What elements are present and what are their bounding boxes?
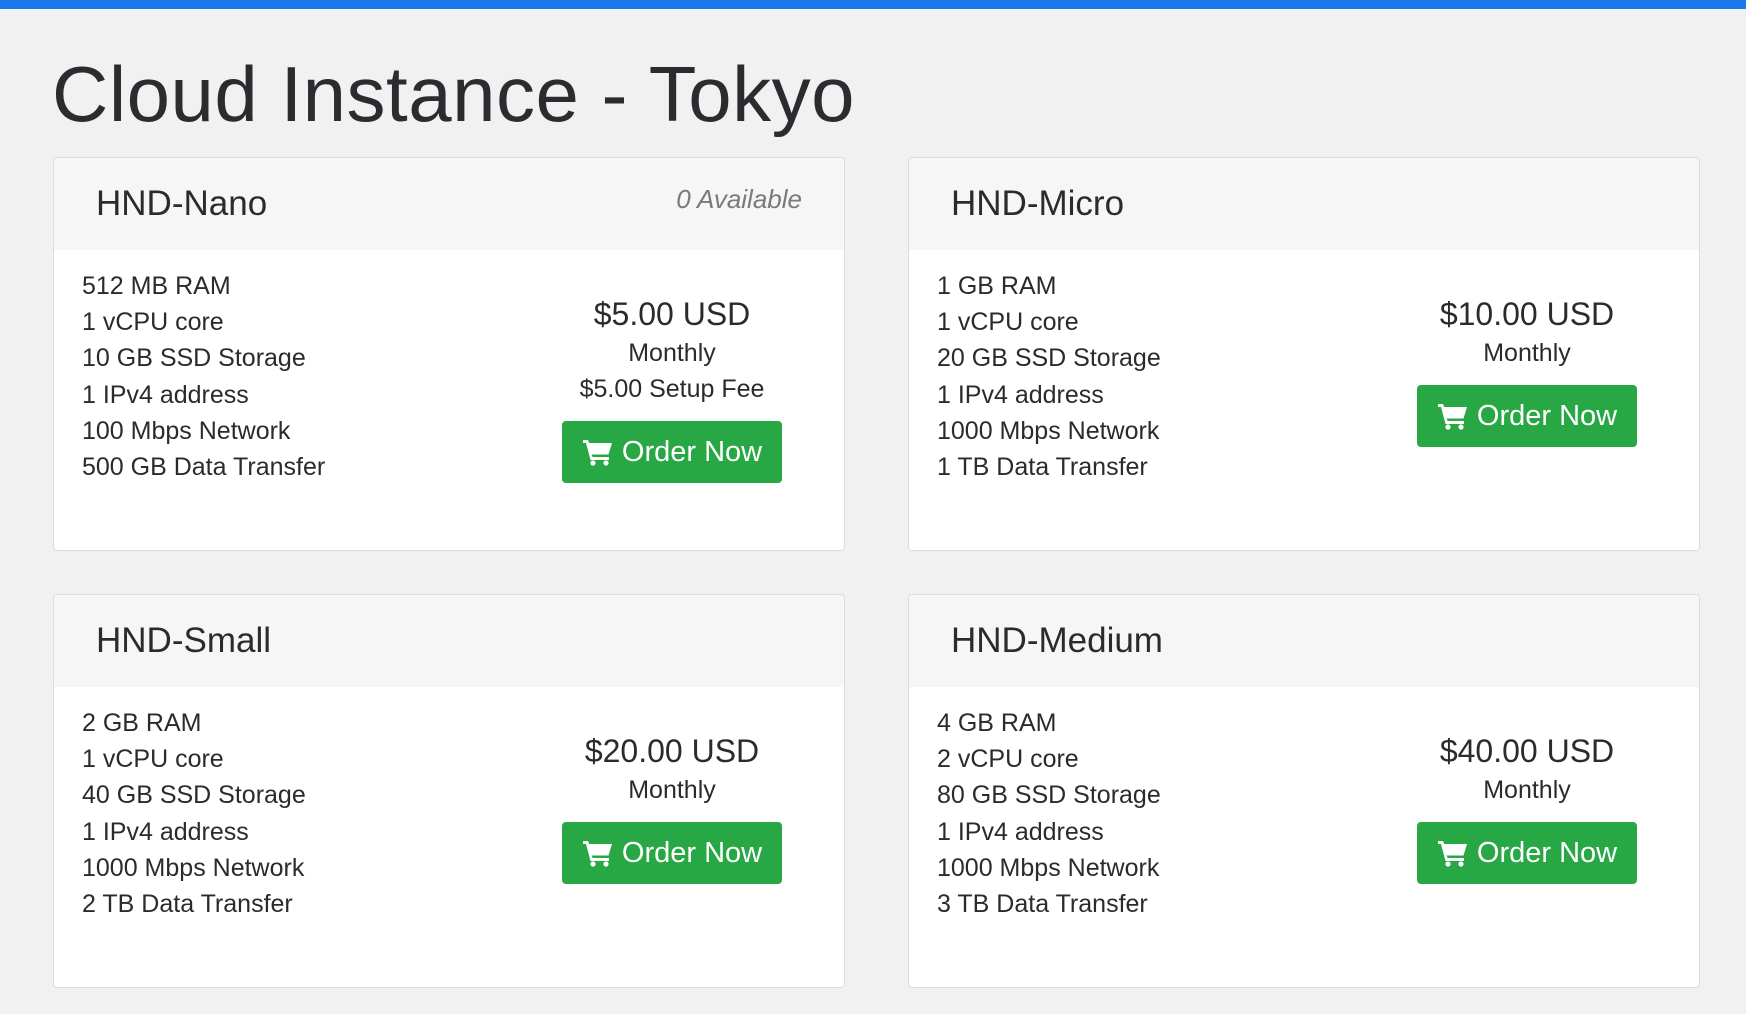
feature-item: 1 TB Data Transfer xyxy=(937,453,1148,482)
availability-label: 0 Available xyxy=(676,184,802,214)
feature-item: 1 IPv4 address xyxy=(82,817,249,846)
setup-fee: $5.00 Setup Fee xyxy=(579,375,765,403)
plan-name: HND-Medium xyxy=(951,621,1163,660)
feature-item: 4 GB RAM xyxy=(937,709,1057,737)
feature-item: 1 IPv4 address xyxy=(937,380,1104,409)
feature-item: 2 GB RAM xyxy=(82,709,202,737)
plan-pricing: $10.00 USD Monthly Order Now xyxy=(1409,294,1645,447)
feature-item: 1000 Mbps Network xyxy=(82,853,305,882)
billing-cycle: Monthly xyxy=(1483,339,1571,367)
plan-pricing: $40.00 USD Monthly Order Now xyxy=(1409,731,1645,884)
feature-item: 2 vCPU core xyxy=(937,745,1079,774)
feature-item: 512 MB RAM xyxy=(82,272,231,300)
order-now-label: Order Now xyxy=(1476,399,1618,432)
top-accent-bar xyxy=(0,0,1746,9)
plan-features: 4 GB RAM 2 vCPU core 80 GB SSD Storage 1… xyxy=(937,705,1161,922)
plan-card-hnd-nano: HND-Nano 0 Available 512 MB RAM 1 vCPU c… xyxy=(53,157,845,551)
order-now-label: Order Now xyxy=(1476,836,1618,869)
plan-price: $20.00 USD xyxy=(584,733,760,769)
billing-cycle: Monthly xyxy=(1483,776,1571,804)
shopping-cart-icon xyxy=(1437,404,1467,430)
plan-features: 1 GB RAM 1 vCPU core 20 GB SSD Storage 1… xyxy=(937,268,1161,485)
feature-item: 1 vCPU core xyxy=(82,745,224,774)
order-now-button[interactable]: Order Now xyxy=(562,822,782,884)
feature-item: 40 GB SSD Storage xyxy=(82,781,306,810)
billing-cycle: Monthly xyxy=(628,776,716,804)
page-title: Cloud Instance - Tokyo xyxy=(52,50,855,138)
order-now-button[interactable]: Order Now xyxy=(1417,385,1637,447)
plan-card-header: HND-Medium xyxy=(909,595,1699,687)
plan-pricing: $5.00 USD Monthly $5.00 Setup Fee Order … xyxy=(554,294,790,483)
plan-price: $5.00 USD xyxy=(593,296,751,332)
feature-item: 1000 Mbps Network xyxy=(937,416,1160,445)
plan-name: HND-Small xyxy=(96,621,271,660)
feature-item: 20 GB SSD Storage xyxy=(937,344,1161,373)
plan-card-hnd-small: HND-Small 2 GB RAM 1 vCPU core 40 GB SSD… xyxy=(53,594,845,988)
order-now-label: Order Now xyxy=(621,836,763,869)
feature-item: 500 GB Data Transfer xyxy=(82,453,326,482)
plan-name: HND-Micro xyxy=(951,184,1125,223)
plan-card-header: HND-Small xyxy=(54,595,844,687)
feature-item: 80 GB SSD Storage xyxy=(937,781,1161,810)
feature-item: 1 GB RAM xyxy=(937,272,1057,300)
plan-card-hnd-medium: HND-Medium 4 GB RAM 2 vCPU core 80 GB SS… xyxy=(908,594,1700,988)
feature-item: 100 Mbps Network xyxy=(82,416,291,445)
feature-item: 3 TB Data Transfer xyxy=(937,890,1148,919)
feature-item: 1 vCPU core xyxy=(82,308,224,337)
order-now-button[interactable]: Order Now xyxy=(1417,822,1637,884)
feature-item: 1 IPv4 address xyxy=(937,817,1104,846)
plan-price: $40.00 USD xyxy=(1439,733,1615,769)
feature-item: 10 GB SSD Storage xyxy=(82,344,306,373)
plan-features: 512 MB RAM 1 vCPU core 10 GB SSD Storage… xyxy=(82,268,325,485)
plan-card-hnd-micro: HND-Micro 1 GB RAM 1 vCPU core 20 GB SSD… xyxy=(908,157,1700,551)
feature-item: 1 vCPU core xyxy=(937,308,1079,337)
plan-pricing: $20.00 USD Monthly Order Now xyxy=(554,731,790,884)
shopping-cart-icon xyxy=(582,440,612,466)
plan-name: HND-Nano xyxy=(96,184,268,223)
plan-features: 2 GB RAM 1 vCPU core 40 GB SSD Storage 1… xyxy=(82,705,306,922)
feature-item: 1000 Mbps Network xyxy=(937,853,1160,882)
order-now-label: Order Now xyxy=(621,435,763,468)
shopping-cart-icon xyxy=(582,841,612,867)
plan-price: $10.00 USD xyxy=(1439,296,1615,332)
plan-card-header: HND-Nano 0 Available xyxy=(54,158,844,250)
plan-card-header: HND-Micro xyxy=(909,158,1699,250)
shopping-cart-icon xyxy=(1437,841,1467,867)
order-now-button[interactable]: Order Now xyxy=(562,421,782,483)
feature-item: 1 IPv4 address xyxy=(82,380,249,409)
feature-item: 2 TB Data Transfer xyxy=(82,890,293,919)
billing-cycle: Monthly xyxy=(628,339,716,367)
